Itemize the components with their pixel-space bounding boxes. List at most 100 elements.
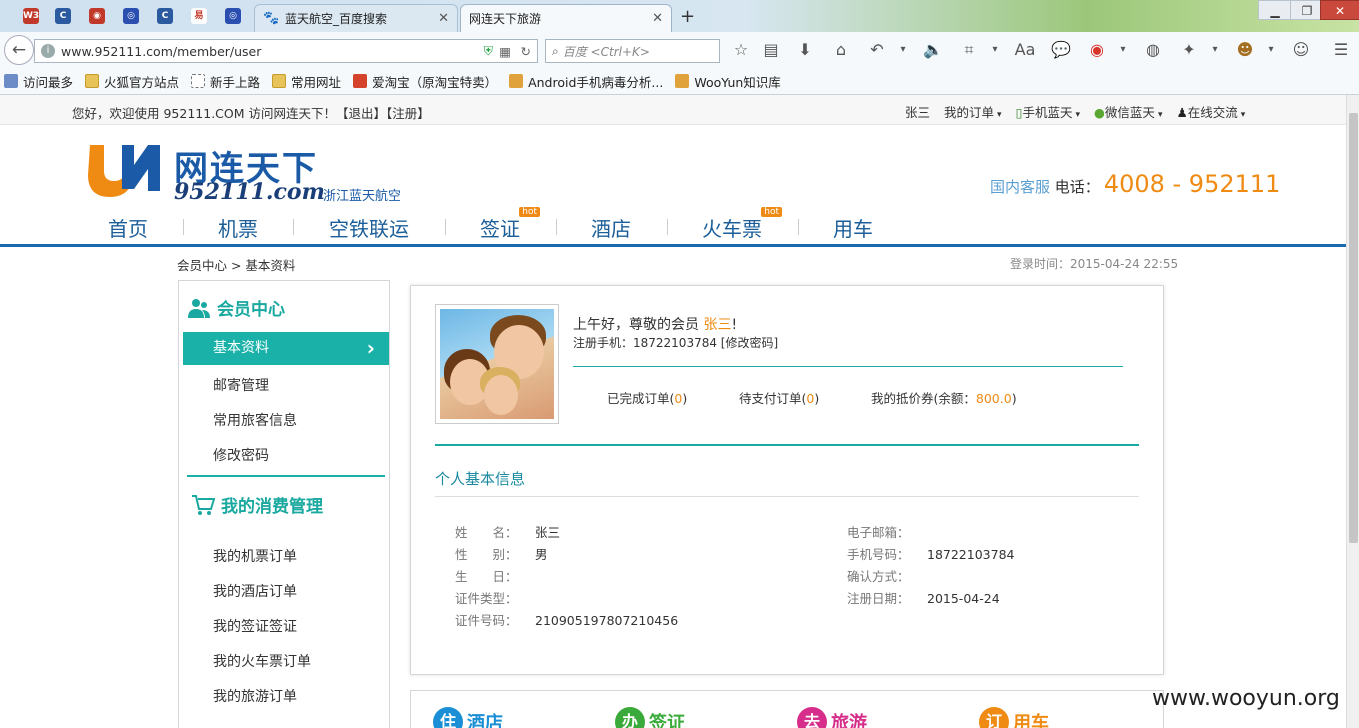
- sidebar-item-hotel-orders[interactable]: 我的酒店订单: [213, 581, 297, 601]
- completed-orders-link[interactable]: 已完成订单(0): [607, 388, 687, 407]
- home-icon[interactable]: ⌂: [828, 38, 854, 62]
- weibo-icon[interactable]: ◉: [1084, 38, 1110, 62]
- sidebar-item-flight-orders[interactable]: 我的机票订单: [213, 546, 297, 566]
- pinned-tab-flag-icon[interactable]: 易: [184, 5, 214, 27]
- avatar[interactable]: [435, 304, 559, 424]
- nav-flights[interactable]: 机票: [218, 213, 258, 242]
- new-tab-icon[interactable]: +: [680, 6, 695, 27]
- my-orders-link[interactable]: 我的订单 ▾: [944, 102, 1002, 121]
- crop-icon[interactable]: ⌗: [956, 38, 982, 62]
- nav-train[interactable]: 火车票 hot: [702, 207, 782, 242]
- field-id-number: 证件号码： 210905197807210456: [455, 613, 679, 628]
- pinned-tab-blue-icon[interactable]: ◎: [116, 5, 146, 27]
- minimize-icon[interactable]: ▁: [1258, 0, 1292, 20]
- url-bar[interactable]: i www.952111.com/member/user ⛨ ▦ ↻: [34, 39, 538, 63]
- puzzle-dropdown-icon[interactable]: ▾: [1202, 38, 1228, 62]
- promo-hotel[interactable]: 住酒店: [433, 707, 503, 728]
- promo-car[interactable]: 订用车: [979, 707, 1049, 728]
- top-user-links: 张三 我的订单 ▾ ▯手机蓝天 ▾ ●微信蓝天 ▾ ♟在线交流 ▾: [905, 102, 1245, 121]
- smiley-icon[interactable]: ☺: [1288, 38, 1314, 62]
- nav-car[interactable]: 用车: [833, 213, 873, 242]
- profile-panel: 上午好，尊敬的会员 张三! 注册手机：18722103784 [修改密码] 已完…: [410, 285, 1164, 675]
- reload-icon[interactable]: ↻: [521, 44, 531, 59]
- sidebar-item-password[interactable]: 修改密码: [213, 445, 269, 465]
- download-icon[interactable]: ⬇: [792, 38, 818, 62]
- member-name: 张三: [703, 317, 732, 333]
- monkey-icon[interactable]: ☻: [1232, 38, 1258, 62]
- site-logo[interactable]: 网连天下 952111.com 浙江蓝天航空: [86, 139, 416, 205]
- globe-icon[interactable]: ◍: [1140, 38, 1166, 62]
- monkey-dropdown-icon[interactable]: ▾: [1258, 38, 1284, 62]
- sidebar-item-tour-orders[interactable]: 我的旅游订单: [213, 686, 297, 706]
- tab-baidu-search[interactable]: 🐾 蓝天航空_百度搜索 ✕: [254, 4, 458, 32]
- pending-orders-link[interactable]: 待支付订单(0): [739, 388, 819, 407]
- folder-icon: [272, 74, 287, 88]
- promo-tour[interactable]: 去旅游: [797, 707, 867, 728]
- promo-strip: 住酒店 办签证 去旅游 订用车: [410, 690, 1164, 728]
- nav-home[interactable]: 首页: [108, 213, 148, 242]
- user-name-link[interactable]: 张三: [905, 102, 930, 121]
- weibo-dropdown-icon[interactable]: ▾: [1110, 38, 1136, 62]
- translate-icon[interactable]: Aa: [1012, 38, 1038, 62]
- field-email: 电子邮箱：: [847, 525, 910, 540]
- online-chat-link[interactable]: ♟在线交流 ▾: [1176, 102, 1245, 121]
- sidebar-item-basic-info[interactable]: 基本资料 ›: [183, 332, 389, 365]
- chevron-right-icon: ›: [366, 336, 375, 360]
- nav-air-rail[interactable]: 空铁联运: [329, 213, 409, 242]
- bookmark-most-visited[interactable]: 访问最多: [4, 72, 73, 91]
- nav-visa[interactable]: 签证 hot: [480, 207, 540, 242]
- scrollbar-thumb[interactable]: [1349, 113, 1358, 543]
- page-scrollbar[interactable]: [1346, 95, 1359, 728]
- back-arrow-icon[interactable]: ←: [4, 35, 34, 65]
- chat-icon[interactable]: 💬: [1048, 38, 1074, 62]
- consume-heading: 我的消费管理: [191, 492, 323, 517]
- pinned-tab-w3-icon[interactable]: W3: [16, 5, 46, 27]
- pinned-tab-red-icon[interactable]: ◉: [82, 5, 112, 27]
- greeting: 上午好，尊敬的会员 张三!: [573, 317, 738, 333]
- mobile-app-link[interactable]: ▯手机蓝天 ▾: [1016, 102, 1080, 121]
- bookmark-common-urls[interactable]: 常用网址: [272, 72, 341, 91]
- registered-phone[interactable]: 注册手机：18722103784 [修改密码]: [573, 334, 778, 351]
- page-icon: [191, 74, 206, 88]
- wechat-link[interactable]: ●微信蓝天 ▾: [1094, 102, 1162, 121]
- pinned-tab-blue2-icon[interactable]: ◎: [218, 5, 248, 27]
- bookmark-android-virus[interactable]: Android手机病毒分析...: [509, 72, 663, 91]
- bookmark-aitaobao[interactable]: 爱淘宝（原淘宝特卖）: [353, 72, 497, 91]
- close-tab-icon[interactable]: ✕: [438, 11, 449, 26]
- close-tab-icon[interactable]: ✕: [652, 11, 663, 26]
- sidebar-item-travelers[interactable]: 常用旅客信息: [213, 410, 297, 430]
- member-sidebar: 会员中心 基本资料 › 邮寄管理 常用旅客信息 修改密码 我的消费管理 我的机票…: [178, 280, 390, 728]
- bookmark-star-icon[interactable]: ☆: [728, 38, 754, 62]
- undo-icon[interactable]: ↶: [864, 38, 890, 62]
- tab-active-travel[interactable]: 网连天下旅游 ✕: [460, 4, 672, 32]
- breadcrumb[interactable]: 会员中心 > 基本资料: [177, 255, 295, 274]
- info-icon: i: [41, 44, 55, 58]
- puzzle-icon[interactable]: ✦: [1176, 38, 1202, 62]
- bookmark-firefox-site[interactable]: 火狐官方站点: [85, 72, 179, 91]
- bookmark-wooyun[interactable]: WooYun知识库: [675, 72, 781, 91]
- bookmark-getting-started[interactable]: 新手上路: [191, 72, 260, 91]
- welcome-text: 您好，欢迎使用 952111.COM 访问网连天下！【退出】【注册】: [72, 106, 430, 121]
- browser-tab-bar: W3 C ◉ ◎ C 易 ◎ 🐾 蓝天航空_百度搜索 ✕ 网连天下旅游 ✕ + …: [0, 0, 1359, 32]
- sidebar-item-mailing[interactable]: 邮寄管理: [213, 375, 269, 395]
- undo-dropdown-icon[interactable]: ▾: [890, 38, 916, 62]
- field-id-type: 证件类型：: [455, 591, 518, 606]
- search-input[interactable]: ⌕ 百度 <Ctrl+K>: [545, 39, 720, 63]
- qq-penguin-icon: ♟: [1176, 105, 1188, 120]
- pinned-tab-c2-icon[interactable]: C: [150, 5, 180, 27]
- voucher-link[interactable]: 我的抵价券(余额：800.0): [871, 388, 1017, 407]
- maximize-icon[interactable]: ❐: [1290, 0, 1324, 20]
- volume-icon[interactable]: 🔈: [920, 38, 946, 62]
- window-close-icon[interactable]: ✕: [1320, 0, 1359, 20]
- menu-icon[interactable]: ☰: [1328, 38, 1354, 62]
- qr-icon[interactable]: ▦: [499, 44, 511, 59]
- chevron-down-icon: ▾: [1075, 110, 1080, 120]
- sidebar-item-visa-orders[interactable]: 我的签证签证: [213, 616, 297, 636]
- reading-list-icon[interactable]: ▤: [758, 38, 784, 62]
- pinned-tab-c-icon[interactable]: C: [48, 5, 78, 27]
- sidebar-item-train-orders[interactable]: 我的火车票订单: [213, 651, 311, 671]
- nav-hotel[interactable]: 酒店: [591, 213, 631, 242]
- crop-dropdown-icon[interactable]: ▾: [982, 38, 1008, 62]
- promo-visa[interactable]: 办签证: [615, 707, 685, 728]
- un-logo-icon: [88, 145, 160, 197]
